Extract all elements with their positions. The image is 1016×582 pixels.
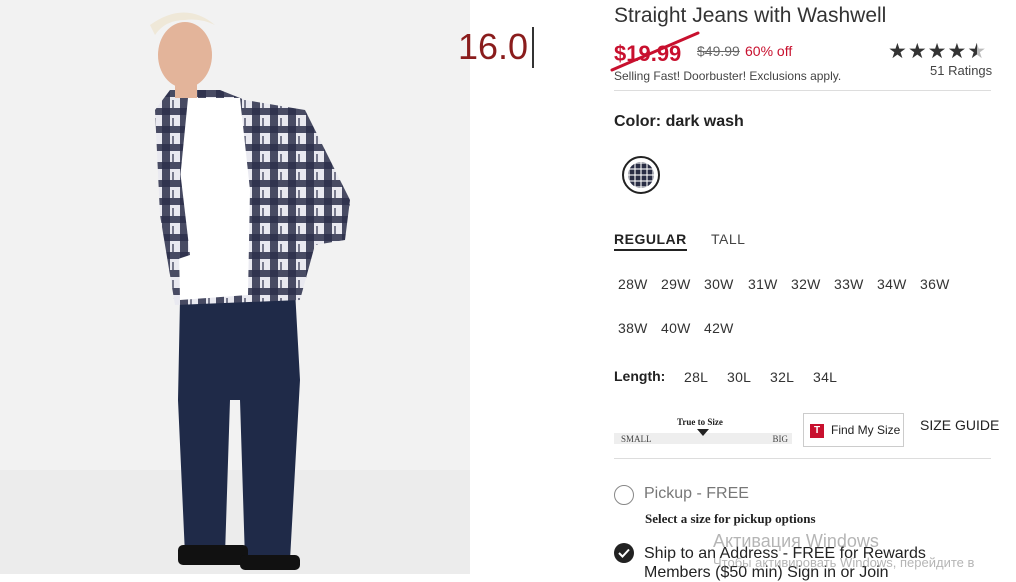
length-30l[interactable]: 30L: [727, 369, 751, 385]
swatch-pattern: [628, 162, 654, 188]
color-value: dark wash: [665, 113, 744, 130]
windows-watermark-text: Чтобы активировать Windows, перейдите в: [713, 555, 975, 570]
true-fit-icon: T: [810, 424, 824, 438]
size-40w[interactable]: 40W: [661, 320, 691, 336]
length-32l[interactable]: 32L: [770, 369, 794, 385]
size-34w[interactable]: 34W: [877, 276, 907, 292]
discount-label: 60% off: [745, 43, 793, 59]
divider: [614, 90, 991, 91]
fit-meter: True to Size SMALL BIG: [614, 414, 792, 446]
size-42w[interactable]: 42W: [704, 320, 734, 336]
size-38w[interactable]: 38W: [618, 320, 648, 336]
ship-radio[interactable]: [614, 543, 634, 563]
size-36w[interactable]: 36W: [920, 276, 950, 292]
promo-text: Selling Fast! Doorbuster! Exclusions app…: [614, 69, 842, 83]
size-30w[interactable]: 30W: [704, 276, 734, 292]
text-caret: [532, 27, 534, 68]
star-icon: ★★★★: [888, 40, 968, 63]
strike-through-mark: [610, 31, 700, 72]
windows-watermark-title: Активация Windows: [713, 531, 879, 551]
size-28w[interactable]: 28W: [618, 276, 648, 292]
pickup-note: Select a size for pickup options: [645, 511, 816, 526]
find-my-size-button[interactable]: T Find My Size: [803, 413, 904, 447]
price-input[interactable]: 16.0: [458, 26, 528, 68]
size-33w[interactable]: 33W: [834, 276, 864, 292]
half-star-icon: ★: [967, 40, 988, 63]
pickup-label[interactable]: Pickup - FREE: [644, 485, 749, 503]
find-my-size-label: Find My Size: [831, 423, 901, 437]
fit-meter-title: True to Size: [677, 417, 723, 427]
color-label: Color: dark wash: [614, 113, 744, 131]
ratings-count[interactable]: 51 Ratings: [930, 63, 992, 78]
original-price: $49.99: [697, 43, 740, 59]
size-32w[interactable]: 32W: [791, 276, 821, 292]
size-guide-link[interactable]: SIZE GUIDE: [920, 417, 999, 433]
divider: [614, 458, 991, 459]
product-image: [0, 0, 470, 574]
length-28l[interactable]: 28L: [684, 369, 708, 385]
model-illustration: [0, 0, 470, 574]
size-31w[interactable]: 31W: [748, 276, 778, 292]
color-swatch-dark-wash[interactable]: [622, 156, 660, 194]
color-label-text: Color:: [614, 113, 662, 130]
rating-stars[interactable]: ★★★★★: [888, 39, 987, 64]
fit-meter-small: SMALL: [621, 434, 652, 444]
fit-indicator-icon: [697, 429, 709, 436]
tab-regular[interactable]: REGULAR: [614, 231, 687, 251]
check-icon: [618, 548, 630, 558]
size-29w[interactable]: 29W: [661, 276, 691, 292]
pickup-radio[interactable]: [614, 485, 634, 505]
length-label: Length:: [614, 368, 666, 384]
length-34l[interactable]: 34L: [813, 369, 837, 385]
product-title: Straight Jeans with Washwell: [614, 4, 887, 27]
tab-tall[interactable]: TALL: [711, 231, 745, 247]
fit-meter-big: BIG: [772, 434, 789, 444]
